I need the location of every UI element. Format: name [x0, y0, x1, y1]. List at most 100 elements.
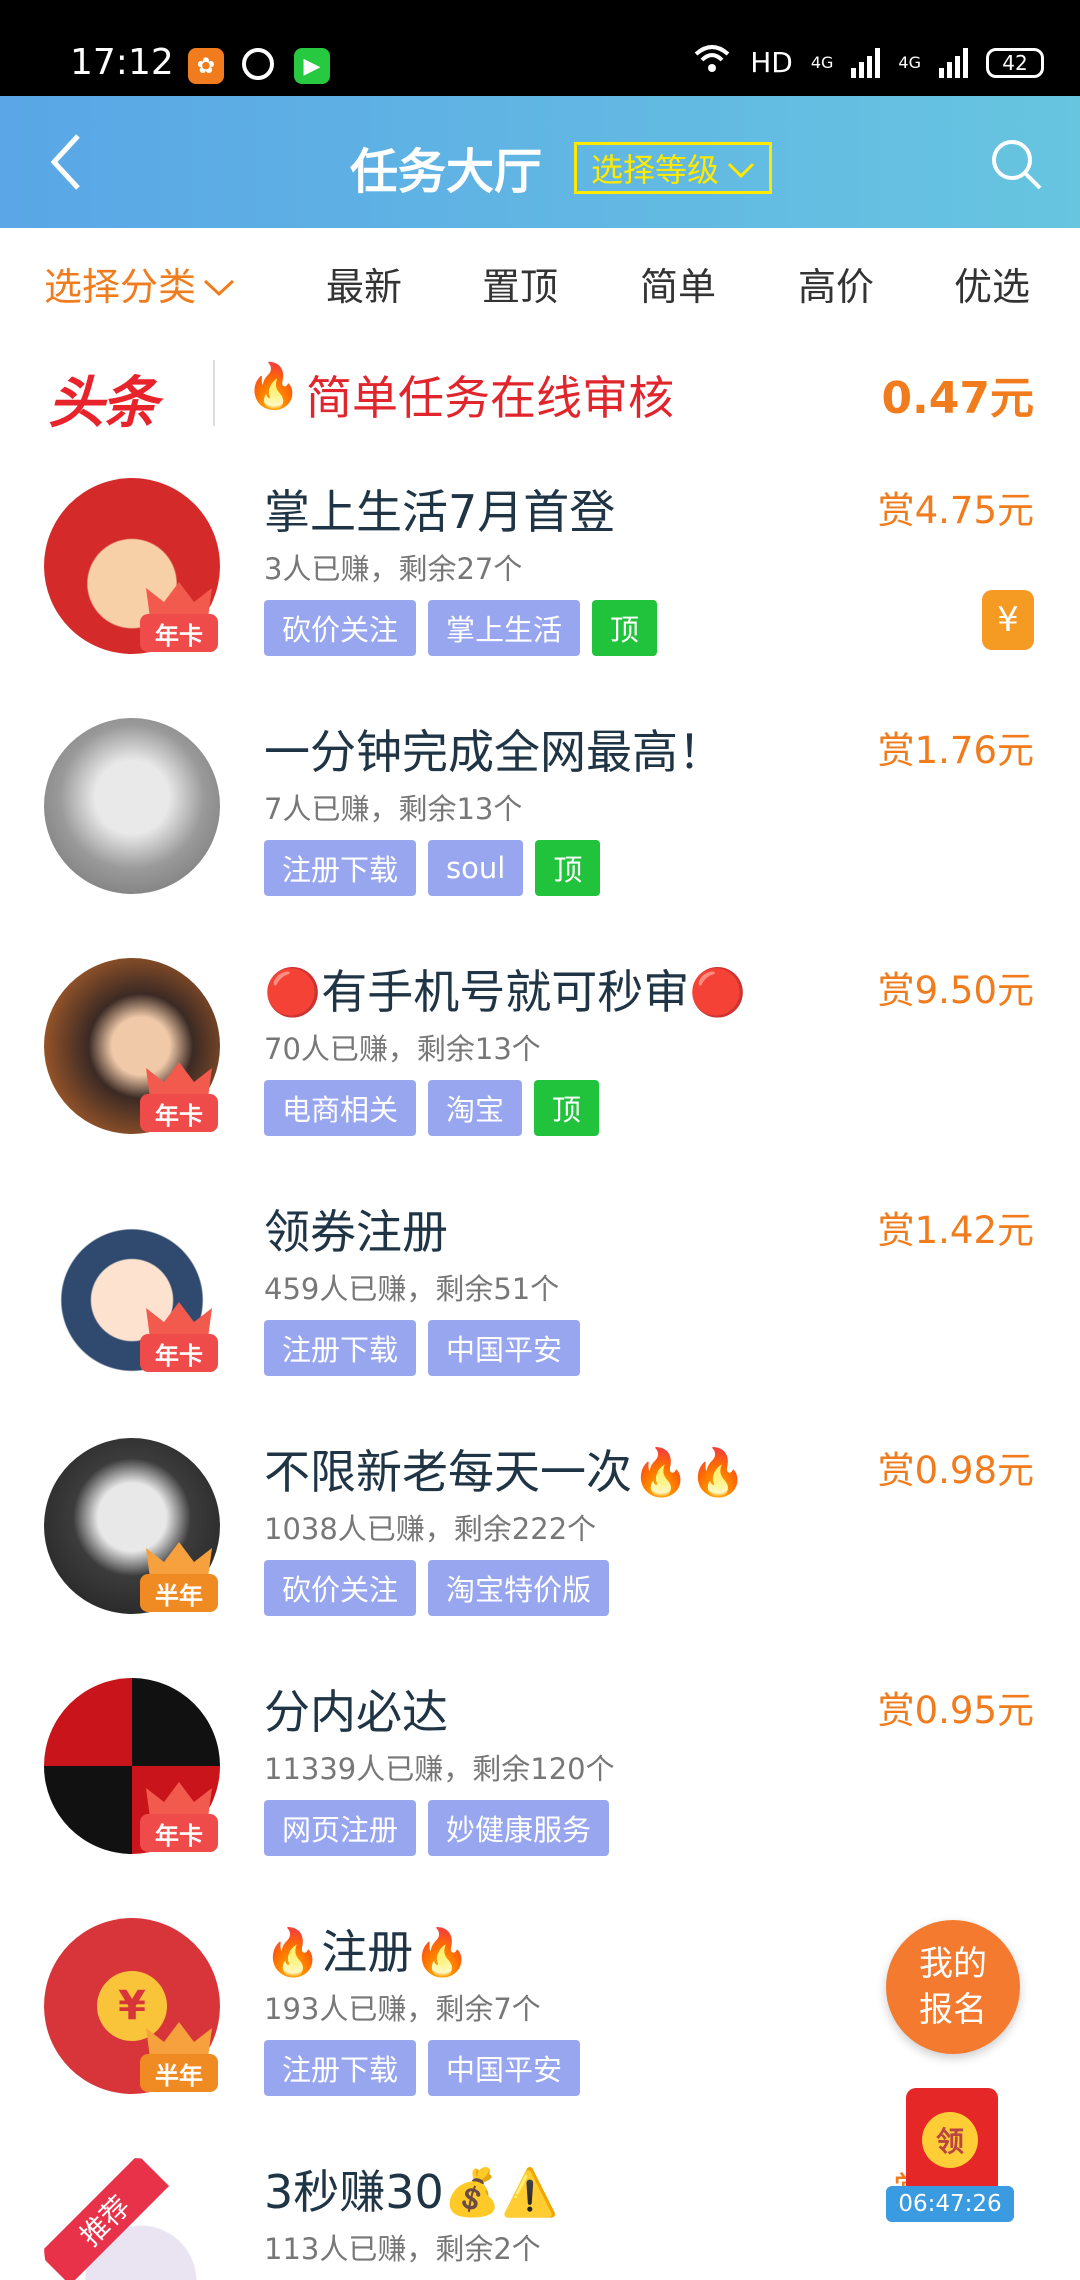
task-title: 🔴有手机号就可秒审🔴 [264, 965, 747, 1019]
badge-label: 半年 [140, 2054, 218, 2092]
uc-browser-icon: ✿ [188, 48, 224, 84]
task-meta: 193人已赚，剩余7个 [264, 1992, 541, 2026]
task-tags: 网页注册 妙健康服务 [264, 1800, 610, 1856]
signal1-icon [851, 47, 881, 78]
task-meta: 1038人已赚，剩余222个 [264, 1512, 597, 1546]
task-reward: 赏0.98元 [877, 1449, 1034, 1492]
countdown-timer: 06:47:26 [886, 2186, 1014, 2222]
annual-card-badge: 年卡 [136, 1060, 222, 1140]
task-title: 🔥注册🔥 [264, 1925, 471, 1979]
yen-icon[interactable]: ¥ [982, 590, 1034, 650]
avatar [44, 718, 220, 894]
iqiyi-icon: ▶ [294, 48, 330, 84]
status-bar: 17:12 ✿ ▶ HD 4G 4G 42 [0, 0, 1080, 96]
search-icon[interactable] [988, 136, 1044, 192]
task-meta: 459人已赚，剩余51个 [264, 1272, 560, 1306]
headline-reward: 0.47元 [881, 373, 1034, 424]
tab-label: 选择分类 [44, 265, 197, 309]
headline-banner[interactable]: 头条 🔥 简单任务在线审核 0.47元 [0, 340, 1080, 440]
task-tags: 注册下载 中国平安 [264, 1320, 581, 1376]
tab-high-price[interactable]: 高价 [798, 256, 874, 311]
half-year-badge: 半年 [136, 1540, 222, 1620]
task-item[interactable]: 年卡 分内必达 11339人已赚，剩余120个 网页注册 妙健康服务 赏0.95… [0, 1640, 1080, 1880]
badge-label: 半年 [140, 1574, 218, 1612]
status-indicators: HD 4G 4G 42 [692, 44, 1044, 81]
signal2-icon [939, 47, 968, 78]
task-tags: 砍价关注 淘宝特价版 [264, 1560, 610, 1616]
tag: 中国平安 [428, 1320, 581, 1376]
tag: 中国平安 [428, 2040, 581, 2096]
signup-label-line1: 我的 [919, 1944, 987, 1984]
signal2-label: 4G [898, 53, 921, 72]
category-tabs: 选择分类 最新 置顶 简单 高价 优选 [0, 228, 1080, 338]
chevron-down-icon [727, 149, 755, 187]
badge-label: 年卡 [140, 614, 218, 652]
claim-coin-icon: 领 [922, 2112, 978, 2168]
task-item[interactable]: 年卡 掌上生活7月首登 3人已赚，剩余27个 砍价关注 掌上生活 顶 赏4.75… [0, 440, 1080, 680]
task-meta: 7人已赚，剩余13个 [264, 792, 523, 826]
tab-pinned[interactable]: 置顶 [482, 256, 558, 311]
task-item[interactable]: 一分钟完成全网最高！ 7人已赚，剩余13个 注册下载 soul 顶 赏1.76元 [0, 680, 1080, 920]
tag: soul [428, 840, 524, 896]
fire-icon: 🔥 [246, 361, 301, 412]
task-title: 掌上生活7月首登 [264, 485, 616, 539]
task-reward: 赏9.50元 [877, 969, 1034, 1012]
half-year-badge: 半年 [136, 2020, 222, 2100]
tag: 妙健康服务 [428, 1800, 610, 1856]
tag: 注册下载 [264, 840, 417, 896]
back-arrow-icon[interactable] [44, 132, 104, 192]
task-meta: 70人已赚，剩余13个 [264, 1032, 541, 1066]
headline-logo: 头条 [48, 371, 158, 436]
task-reward: 赏4.75元 [877, 489, 1034, 532]
tag: 注册下载 [264, 2040, 417, 2096]
tab-select-category[interactable]: 选择分类 [44, 256, 236, 311]
signup-label-line2: 报名 [919, 1990, 987, 2030]
task-reward: 赏1.76元 [877, 729, 1034, 772]
task-item[interactable]: 年卡 领券注册 459人已赚，剩余51个 注册下载 中国平安 赏1.42元 [0, 1160, 1080, 1400]
annual-card-badge: 年卡 [136, 580, 222, 660]
tab-latest[interactable]: 最新 [326, 256, 402, 311]
task-title: 3秒赚30💰⚠️ [264, 2165, 559, 2219]
tab-featured[interactable]: 优选 [954, 256, 1030, 311]
task-reward: 赏1.42元 [877, 1209, 1034, 1252]
task-tags: 注册下载 soul 顶 [264, 840, 601, 896]
pinned-tag: 顶 [534, 1080, 600, 1136]
task-meta: 3人已赚，剩余27个 [264, 552, 523, 586]
task-title: 领券注册 [264, 1205, 448, 1259]
task-title: 不限新老每天一次🔥🔥 [264, 1445, 747, 1499]
avatar: 推荐 [44, 2158, 220, 2280]
tag: 砍价关注 [264, 1560, 417, 1616]
level-select-dropdown[interactable]: 选择等级 [574, 142, 773, 194]
chevron-down-icon [202, 262, 236, 306]
tab-easy[interactable]: 简单 [640, 256, 716, 311]
tag: 电商相关 [264, 1080, 417, 1136]
signal1-label: 4G [810, 53, 834, 72]
annual-card-badge: 年卡 [136, 1780, 222, 1860]
my-signup-button[interactable]: 我的 报名 [886, 1920, 1020, 2054]
annual-card-badge: 年卡 [136, 1300, 222, 1380]
task-meta: 11339人已赚，剩余120个 [264, 1752, 615, 1786]
task-title: 分内必达 [264, 1685, 448, 1739]
divider [213, 360, 215, 426]
network-hd-label: HD [750, 46, 793, 79]
page-title: 任务大厅 [350, 144, 543, 200]
level-select-label: 选择等级 [591, 151, 720, 189]
red-packet-widget[interactable]: 领 06:47:26 [880, 2080, 1020, 2230]
task-tags: 电商相关 淘宝 顶 [264, 1080, 600, 1136]
task-meta: 113人已赚，剩余2个 [264, 2232, 541, 2266]
task-title: 一分钟完成全网最高！ [264, 725, 724, 779]
tag: 掌上生活 [428, 600, 581, 656]
wifi-icon [692, 44, 732, 81]
tag: 网页注册 [264, 1800, 417, 1856]
task-item[interactable]: 半年 不限新老每天一次🔥🔥 1038人已赚，剩余222个 砍价关注 淘宝特价版 … [0, 1400, 1080, 1640]
task-reward: 赏0.95元 [877, 1689, 1034, 1732]
task-item[interactable]: 年卡 🔴有手机号就可秒审🔴 70人已赚，剩余13个 电商相关 淘宝 顶 赏9.5… [0, 920, 1080, 1160]
battery-icon: 42 [986, 47, 1044, 78]
badge-label: 年卡 [140, 1334, 218, 1372]
app-header: 任务大厅 选择等级 [0, 96, 1080, 228]
tag: 淘宝特价版 [428, 1560, 610, 1616]
tag: 淘宝 [428, 1080, 523, 1136]
headline-text: 简单任务在线审核 [306, 371, 674, 425]
badge-label: 年卡 [140, 1814, 218, 1852]
recommend-ribbon: 推荐 [44, 2158, 170, 2280]
